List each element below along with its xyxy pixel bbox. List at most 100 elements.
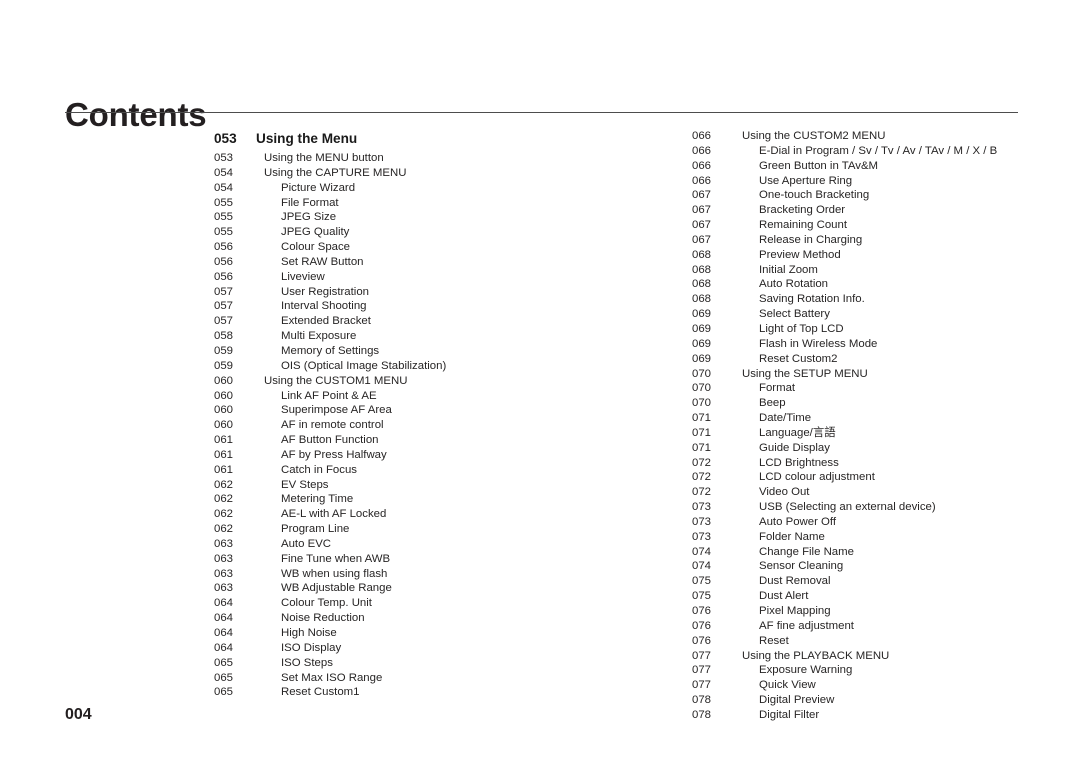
- toc-entry[interactable]: 062 Metering Time: [214, 492, 674, 507]
- toc-entry[interactable]: 065 Reset Custom1: [214, 685, 674, 700]
- toc-entry-label: Colour Temp. Unit: [281, 597, 372, 610]
- toc-entry[interactable]: 063 Fine Tune when AWB: [214, 552, 674, 567]
- toc-entry[interactable]: 056 Set RAW Button: [214, 255, 674, 270]
- toc-entry-label: Set Max ISO Range: [281, 671, 383, 684]
- toc-entry[interactable]: 065 ISO Steps: [214, 656, 674, 671]
- toc-entry-label: High Noise: [281, 627, 337, 639]
- toc-entry-label: Date/Time: [759, 412, 812, 425]
- toc-entry[interactable]: 065 Set Max ISO Range: [214, 671, 674, 686]
- toc-entry[interactable]: 067 Release in Charging: [692, 233, 1072, 248]
- toc-entry[interactable]: 053 Using the MENU button: [214, 151, 674, 166]
- toc-entry[interactable]: 058 Multi Exposure: [214, 329, 674, 344]
- toc-entry-label: AF fine adjustment: [759, 619, 854, 632]
- toc-entry[interactable]: 067 One-touch Bracketing: [692, 188, 1072, 203]
- toc-entry-label: LCD Brightness: [759, 456, 839, 469]
- toc-entry[interactable]: 061 Catch in Focus: [214, 463, 674, 478]
- toc-entry[interactable]: 056 Colour Space: [214, 240, 674, 255]
- toc-entry[interactable]: 072 Video Out: [692, 485, 1072, 500]
- toc-entry[interactable]: 070 Using the SETUP MENU: [692, 367, 1072, 382]
- toc-entry-label: Format: [759, 382, 796, 395]
- toc-entry[interactable]: 064 Noise Reduction: [214, 611, 674, 626]
- toc-entry-page-number: 077: [692, 664, 712, 677]
- toc-entry[interactable]: 069 Flash in Wireless Mode: [692, 337, 1072, 352]
- toc-entry[interactable]: 069 Select Battery: [692, 307, 1072, 322]
- toc-entry[interactable]: 066 Use Aperture Ring: [692, 174, 1072, 189]
- toc-entry-label: Folder Name: [759, 530, 825, 543]
- toc-entry-label: EV Steps: [281, 478, 329, 491]
- toc-entry[interactable]: 073 Auto Power Off: [692, 515, 1072, 530]
- toc-entry-label: AF Button Function: [281, 434, 379, 447]
- toc-entry[interactable]: 077 Exposure Warning: [692, 663, 1072, 678]
- toc-entry[interactable]: 066 Using the CUSTOM2 MENU: [692, 129, 1072, 144]
- toc-entry[interactable]: 055 JPEG Size: [214, 210, 674, 225]
- toc-entry[interactable]: 057 Interval Shooting: [214, 299, 674, 314]
- toc-entry[interactable]: 072 LCD colour adjustment: [692, 470, 1072, 485]
- toc-entry[interactable]: 066 E-Dial in Program / Sv / Tv / Av / TA…: [692, 144, 1072, 159]
- toc-entry[interactable]: 068 Preview Method: [692, 248, 1072, 263]
- toc-entry[interactable]: 076 AF fine adjustment: [692, 619, 1072, 634]
- toc-entry[interactable]: 068 Auto Rotation: [692, 277, 1072, 292]
- toc-entry[interactable]: 071 Language/言語: [692, 426, 1072, 441]
- toc-entry[interactable]: 071 Date/Time: [692, 411, 1072, 426]
- toc-entry[interactable]: 078 Digital Filter: [692, 708, 1072, 723]
- toc-entry[interactable]: 057 User Registration: [214, 285, 674, 300]
- toc-entry[interactable]: 062 AE-L with AF Locked: [214, 507, 674, 522]
- toc-entry[interactable]: 055 JPEG Quality: [214, 225, 674, 240]
- toc-entry-label: AF in remote control: [281, 419, 384, 432]
- toc-entry-label: Digital Filter: [759, 708, 820, 721]
- toc-entry-label: Flash in Wireless Mode: [759, 337, 878, 350]
- toc-entry[interactable]: 060 Superimpose AF Area: [214, 403, 674, 418]
- toc-entry-page-number: 064: [214, 641, 234, 654]
- toc-entry-page-number: 074: [692, 545, 712, 558]
- toc-entry[interactable]: 061 AF by Press Halfway: [214, 448, 674, 463]
- toc-entry[interactable]: 064 Colour Temp. Unit: [214, 596, 674, 611]
- toc-entry[interactable]: 063 WB when using flash: [214, 567, 674, 582]
- toc-entry[interactable]: 067 Bracketing Order: [692, 203, 1072, 218]
- toc-entry[interactable]: 067 Remaining Count: [692, 218, 1072, 233]
- toc-entry[interactable]: 073 USB (Selecting an external device): [692, 500, 1072, 515]
- toc-entry-page-number: 078: [692, 694, 712, 707]
- toc-entry[interactable]: 060 AF in remote control: [214, 418, 674, 433]
- toc-entry[interactable]: 062 EV Steps: [214, 478, 674, 493]
- toc-entry[interactable]: 072 LCD Brightness: [692, 456, 1072, 471]
- toc-entry[interactable]: 055 File Format: [214, 196, 674, 211]
- toc-entry[interactable]: 057 Extended Bracket: [214, 314, 674, 329]
- toc-entry-label: Extended Bracket: [281, 315, 371, 328]
- toc-entry[interactable]: 074 Change File Name: [692, 545, 1072, 560]
- toc-entry[interactable]: 064 ISO Display: [214, 641, 674, 656]
- toc-entry[interactable]: 066 Green Button in TAv&M: [692, 159, 1072, 174]
- toc-entry[interactable]: 076 Reset: [692, 634, 1072, 649]
- toc-entry[interactable]: 069 Reset Custom2: [692, 352, 1072, 367]
- toc-entry[interactable]: 077 Quick View: [692, 678, 1072, 693]
- toc-entry[interactable]: 069 Light of Top LCD: [692, 322, 1072, 337]
- toc-entry[interactable]: 060 Using the CUSTOM1 MENU: [214, 374, 674, 389]
- toc-entry[interactable]: 059 OIS (Optical Image Stabilization): [214, 359, 674, 374]
- toc-entry[interactable]: 078 Digital Preview: [692, 693, 1072, 708]
- toc-entry[interactable]: 068 Saving Rotation Info.: [692, 292, 1072, 307]
- toc-entry[interactable]: 054 Picture Wizard: [214, 181, 674, 196]
- toc-entry[interactable]: 064 High Noise: [214, 626, 674, 641]
- toc-entry[interactable]: 070 Beep: [692, 396, 1072, 411]
- toc-entry[interactable]: 056 Liveview: [214, 270, 674, 285]
- toc-entry[interactable]: 076 Pixel Mapping: [692, 604, 1072, 619]
- toc-entry[interactable]: 073 Folder Name: [692, 530, 1072, 545]
- toc-entry[interactable]: 053 Using the Menu: [214, 129, 674, 151]
- toc-entry[interactable]: 077 Using the PLAYBACK MENU: [692, 649, 1072, 664]
- toc-entry[interactable]: 060 Link AF Point & AE: [214, 389, 674, 404]
- toc-entry[interactable]: 063 WB Adjustable Range: [214, 581, 674, 596]
- toc-entry[interactable]: 074 Sensor Cleaning: [692, 559, 1072, 574]
- toc-entry-label: JPEG Size: [281, 211, 337, 224]
- toc-entry[interactable]: 062 Program Line: [214, 522, 674, 537]
- toc-entry[interactable]: 068 Initial Zoom: [692, 263, 1072, 278]
- toc-entry[interactable]: 071 Guide Display: [692, 441, 1072, 456]
- toc-entry[interactable]: 075 Dust Removal: [692, 574, 1072, 589]
- toc-entry-label: WB Adjustable Range: [281, 582, 392, 595]
- toc-entry-label: User Registration: [281, 285, 369, 298]
- toc-entry-label: Auto Power Off: [759, 515, 837, 528]
- toc-entry[interactable]: 054 Using the CAPTURE MENU: [214, 166, 674, 181]
- toc-entry[interactable]: 075 Dust Alert: [692, 589, 1072, 604]
- toc-entry[interactable]: 070 Format: [692, 381, 1072, 396]
- toc-entry[interactable]: 059 Memory of Settings: [214, 344, 674, 359]
- toc-entry[interactable]: 063 Auto EVC: [214, 537, 674, 552]
- toc-entry[interactable]: 061 AF Button Function: [214, 433, 674, 448]
